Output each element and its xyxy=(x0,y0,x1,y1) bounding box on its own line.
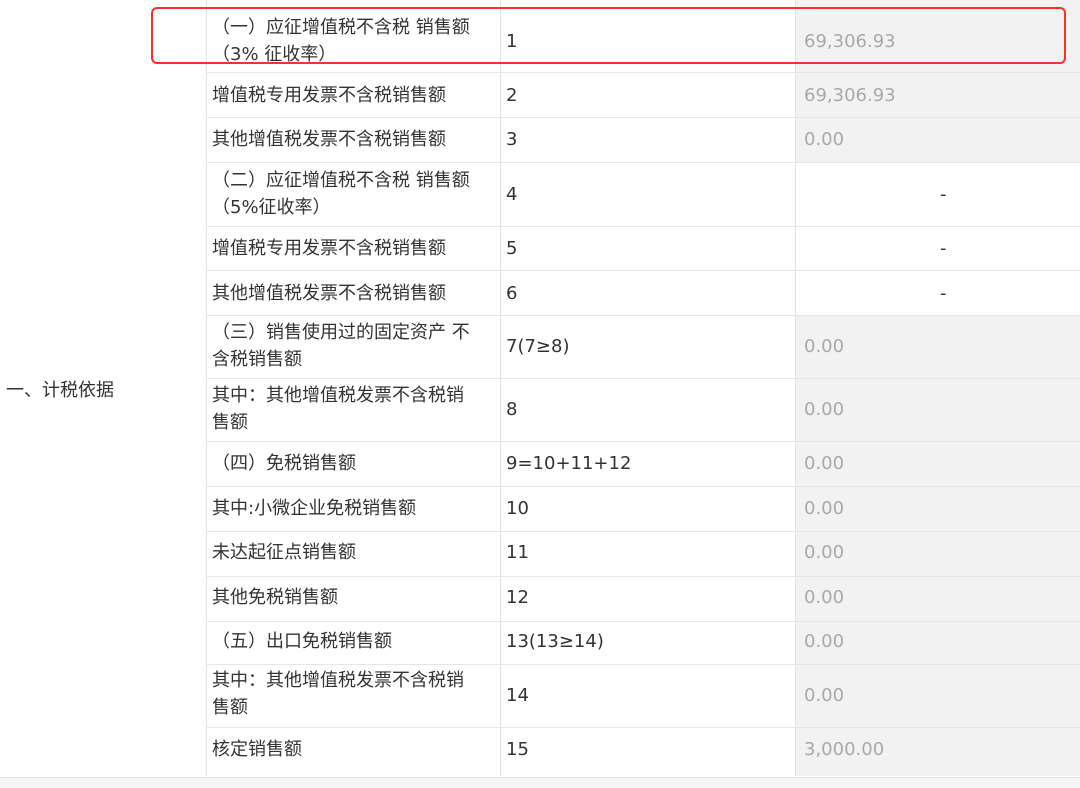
grid-line xyxy=(207,727,1080,728)
value-placeholder: - xyxy=(940,238,947,259)
row-label: 增值税专用发票不含税销售额 xyxy=(212,238,446,259)
value-placeholder: - xyxy=(940,283,947,304)
row-label: 核定销售额 xyxy=(212,739,302,760)
grid-line xyxy=(207,486,1080,487)
grid-line xyxy=(207,621,1080,622)
row-label: 未达起征点销售额 xyxy=(212,542,356,563)
grid-line xyxy=(207,531,1080,532)
grid-line xyxy=(207,664,1080,665)
value-input[interactable]: 0.00 xyxy=(804,628,1074,655)
group-label: 一、计税依据 xyxy=(6,380,114,401)
row-label: 其他增值税发票不含税销售额 xyxy=(212,129,446,150)
value-input[interactable]: 69,306.93 xyxy=(804,82,1074,109)
grid-line xyxy=(207,226,1080,227)
tax-declaration-table: 一、计税依据 （一）应征增值税不含税 销售额 （3% 征收率） 1 69,306… xyxy=(0,0,1080,788)
row-label: 其他免税销售额 xyxy=(212,587,338,608)
value-input[interactable]: 0.00 xyxy=(804,539,1074,566)
grid-line xyxy=(207,576,1080,577)
grid-line xyxy=(207,441,1080,442)
grid-line xyxy=(207,162,1080,163)
row-code: 14 xyxy=(506,685,529,706)
row-code: 9=10+11+12 xyxy=(506,453,632,474)
row-label: 增值税专用发票不含税销售额 xyxy=(212,85,446,106)
grid-line xyxy=(207,315,1080,316)
row-code: 11 xyxy=(506,542,529,563)
grid-line xyxy=(207,378,1080,379)
value-input[interactable]: 0.00 xyxy=(804,126,1074,153)
row-label: 其中:小微企业免税销售额 xyxy=(212,498,417,519)
row-code: 4 xyxy=(506,184,518,205)
row-code: 7(7≥8) xyxy=(506,336,570,357)
value-input[interactable]: 0.00 xyxy=(804,450,1074,477)
value-input[interactable]: 3,000.00 xyxy=(804,736,1074,763)
row-label: （一）应征增值税不含税 销售额 （3% 征收率） xyxy=(212,17,470,65)
row-code: 6 xyxy=(506,283,518,304)
grid-line xyxy=(207,72,1080,73)
row-label: 其他增值税发票不含税销售额 xyxy=(212,283,446,304)
row-code: 1 xyxy=(506,31,518,52)
row-label: （四）免税销售额 xyxy=(212,453,356,474)
grid-line xyxy=(207,270,1080,271)
value-input[interactable]: 0.00 xyxy=(804,396,1074,423)
row-label: 其中：其他增值税发票不含税销 售额 xyxy=(212,670,464,718)
row-label: （五）出口免税销售额 xyxy=(212,631,392,652)
value-input[interactable]: 0.00 xyxy=(804,584,1074,611)
grid-line xyxy=(207,117,1080,118)
row-label: （三）销售使用过的固定资产 不 含税销售额 xyxy=(212,322,470,370)
value-input[interactable]: 0.00 xyxy=(804,333,1074,360)
value-placeholder: - xyxy=(940,184,947,205)
row-code: 12 xyxy=(506,587,529,608)
row-code: 13(13≥14) xyxy=(506,631,604,652)
row-label: （二）应征增值税不含税 销售额 （5%征收率） xyxy=(212,170,470,218)
row-code: 5 xyxy=(506,238,518,259)
row-code: 15 xyxy=(506,739,529,760)
row-code: 8 xyxy=(506,399,518,420)
row-code: 3 xyxy=(506,129,518,150)
value-input[interactable]: 69,306.93 xyxy=(804,28,1074,55)
value-input[interactable]: 0.00 xyxy=(804,495,1074,522)
row-code: 2 xyxy=(506,85,518,106)
row-code: 10 xyxy=(506,498,529,519)
scroll-strip xyxy=(0,777,1080,788)
row-label: 其中：其他增值税发票不含税销 售额 xyxy=(212,385,464,433)
value-input[interactable]: 0.00 xyxy=(804,682,1074,709)
